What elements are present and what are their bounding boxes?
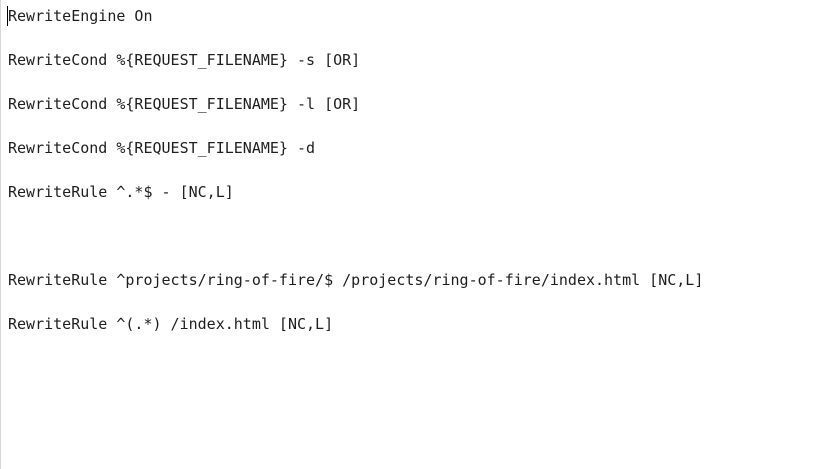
code-line-7[interactable]: RewriteRule ^projects/ring-of-fire/$ /pr… [8, 270, 827, 290]
code-line-6[interactable] [8, 226, 827, 246]
code-line-5[interactable]: RewriteRule ^.*$ - [NC,L] [8, 182, 827, 202]
code-line-4[interactable]: RewriteCond %{REQUEST_FILENAME} -d [8, 138, 827, 158]
code-line-2[interactable]: RewriteCond %{REQUEST_FILENAME} -s [OR] [8, 50, 827, 70]
code-line-1[interactable]: RewriteEngine On [8, 6, 827, 26]
editor-left-border [0, 0, 1, 469]
text-editor[interactable]: RewriteEngine On RewriteCond %{REQUEST_F… [0, 0, 831, 469]
code-line-8[interactable]: RewriteRule ^(.*) /index.html [NC,L] [8, 314, 827, 334]
editor-content[interactable]: RewriteEngine On RewriteCond %{REQUEST_F… [8, 6, 827, 358]
code-line-3[interactable]: RewriteCond %{REQUEST_FILENAME} -l [OR] [8, 94, 827, 114]
